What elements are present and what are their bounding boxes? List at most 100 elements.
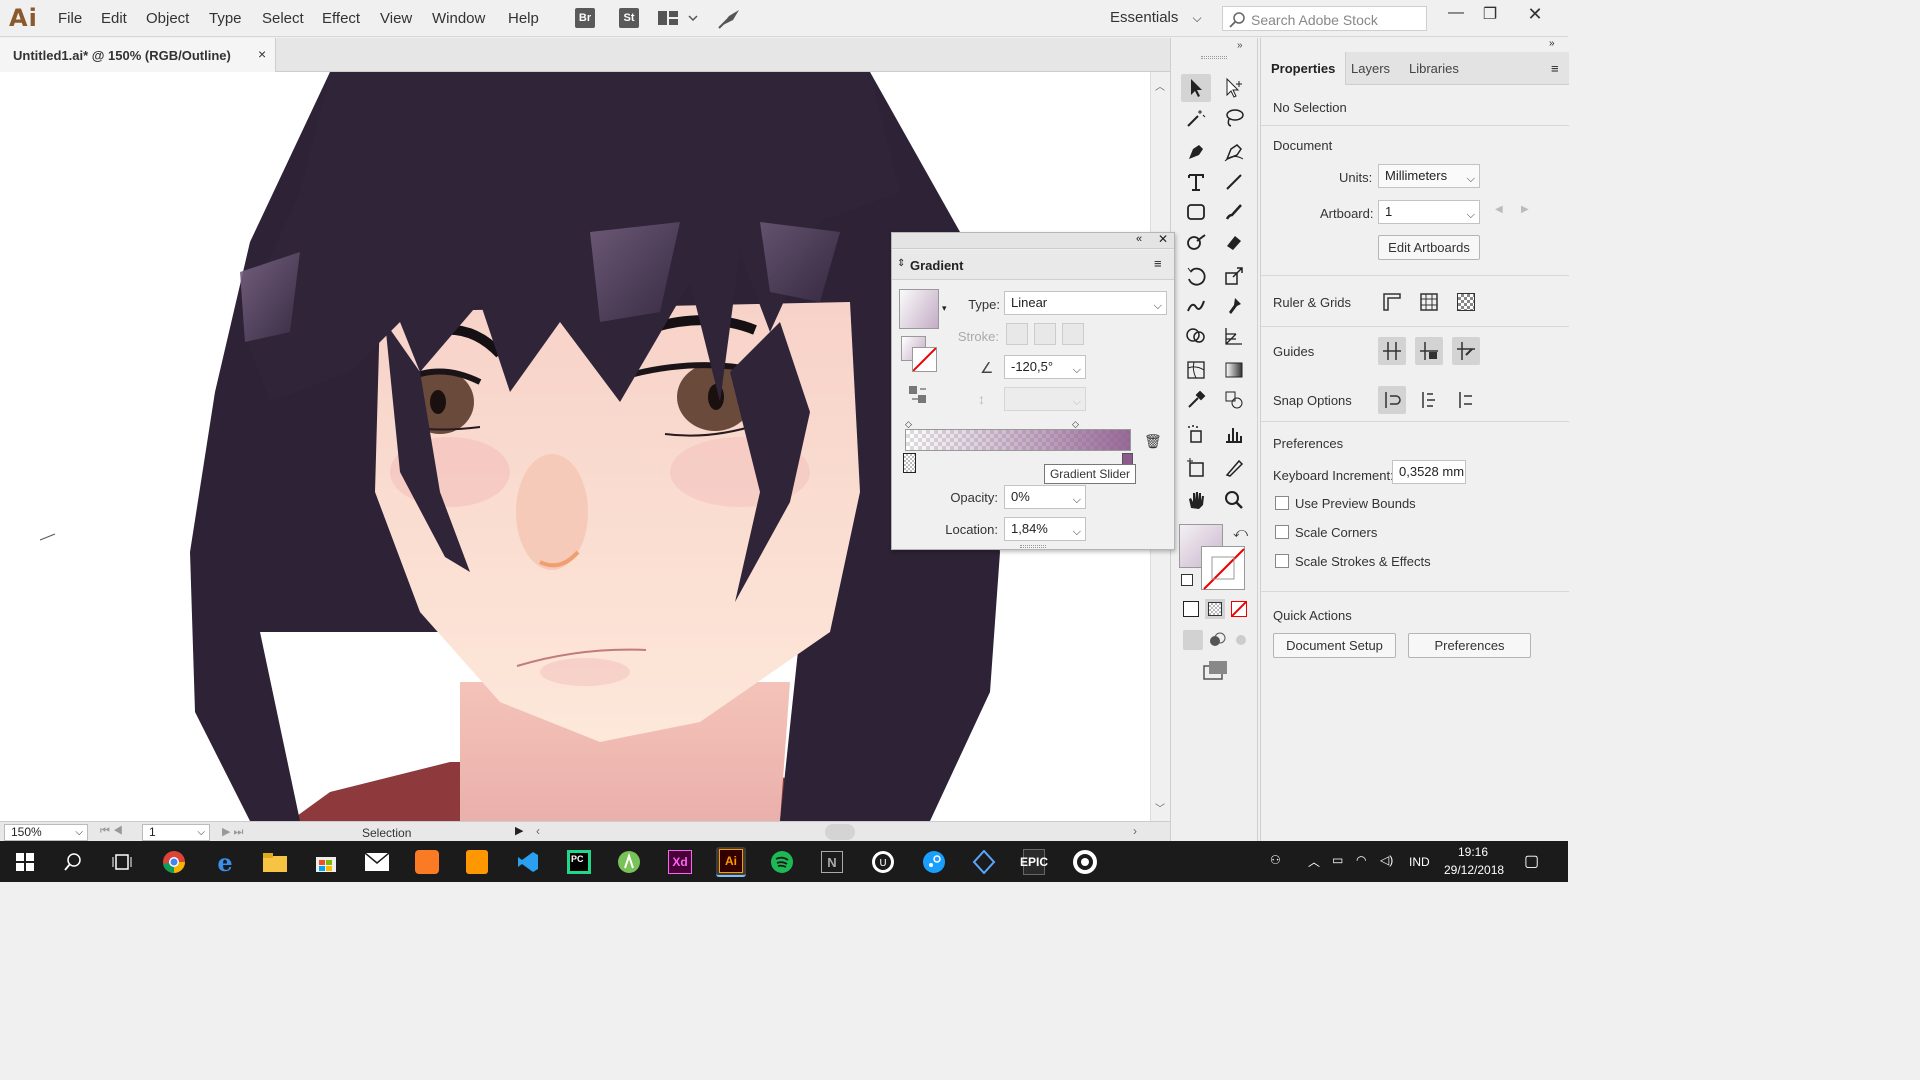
notion-icon[interactable]: N: [817, 847, 847, 877]
panel-resize-grip[interactable]: [1020, 545, 1046, 548]
close-window-button[interactable]: ✕: [1515, 4, 1555, 25]
steam-icon[interactable]: [919, 847, 949, 877]
scroll-down-icon[interactable]: ﹀: [1155, 800, 1165, 815]
scale-corners-checkbox[interactable]: [1275, 525, 1289, 539]
rotate-tool-icon[interactable]: [1181, 262, 1211, 290]
hand-tool-icon[interactable]: [1181, 486, 1211, 514]
horizontal-scroll-thumb[interactable]: [825, 824, 855, 840]
zoom-tool-icon[interactable]: [1219, 486, 1249, 514]
document-setup-button[interactable]: Document Setup: [1273, 633, 1396, 658]
lock-guides-icon[interactable]: [1415, 337, 1443, 365]
selection-tool-icon[interactable]: [1181, 74, 1211, 102]
delete-stop-icon[interactable]: 🗑: [1144, 433, 1162, 450]
panel-menu-icon[interactable]: ≡: [1551, 61, 1559, 76]
android-studio-icon[interactable]: [614, 847, 644, 877]
scroll-left-icon[interactable]: ‹: [536, 824, 540, 838]
collapse-toolbar-icon[interactable]: »: [1237, 40, 1243, 51]
artboard-select[interactable]: 1 ⌵: [1378, 200, 1480, 224]
menu-view[interactable]: View: [380, 10, 412, 27]
epic-games-icon[interactable]: EPIC: [1019, 847, 1049, 877]
line-tool-icon[interactable]: [1219, 168, 1249, 196]
gradient-slider[interactable]: [905, 429, 1131, 451]
snap-to-pixel-icon[interactable]: [1415, 386, 1443, 414]
close-panel-icon[interactable]: ✕: [1158, 232, 1168, 246]
file-explorer-icon[interactable]: [260, 847, 290, 877]
status-menu-icon[interactable]: ▶: [515, 824, 523, 837]
rectangle-tool-icon[interactable]: [1181, 198, 1211, 226]
panel-expand-icon[interactable]: ⇕: [897, 258, 905, 269]
pen-tool-icon[interactable]: [1181, 138, 1211, 166]
edge-icon[interactable]: e: [210, 847, 240, 877]
symbol-sprayer-tool-icon[interactable]: [1181, 420, 1211, 448]
color-stop-left[interactable]: [903, 453, 916, 473]
rulers-icon[interactable]: [1378, 288, 1406, 316]
task-view-icon[interactable]: [107, 847, 137, 877]
restore-button[interactable]: ❐: [1470, 4, 1510, 24]
menu-edit[interactable]: Edit: [101, 10, 127, 27]
type-tool-icon[interactable]: [1181, 168, 1211, 196]
people-icon[interactable]: ⚇: [1270, 853, 1281, 867]
scale-strokes-checkbox[interactable]: [1275, 554, 1289, 568]
snap-to-glyph-icon[interactable]: [1452, 386, 1480, 414]
edit-artboards-button[interactable]: Edit Artboards: [1378, 235, 1480, 260]
scale-tool-icon[interactable]: [1219, 262, 1249, 290]
clock-time[interactable]: 19:16: [1458, 845, 1488, 859]
sublime-icon[interactable]: [462, 847, 492, 877]
use-preview-bounds-checkbox[interactable]: [1275, 496, 1289, 510]
grid-icon[interactable]: [1415, 288, 1443, 316]
smart-guides-icon[interactable]: [1452, 337, 1480, 365]
bridge-button[interactable]: Br: [575, 8, 595, 28]
unreal-icon[interactable]: U: [868, 847, 898, 877]
screen-mode-icon[interactable]: [1203, 660, 1229, 680]
windows-start-icon[interactable]: [10, 847, 40, 877]
preferences-button[interactable]: Preferences: [1408, 633, 1531, 658]
puppet-warp-tool-icon[interactable]: [1219, 292, 1249, 320]
collapse-dock-icon[interactable]: »: [1549, 38, 1555, 49]
slice-tool-icon[interactable]: [1219, 454, 1249, 482]
tab-layers[interactable]: Layers: [1341, 52, 1400, 85]
stroke-gradient-icon[interactable]: [912, 347, 937, 372]
perspective-grid-tool-icon[interactable]: [1219, 322, 1249, 350]
pycharm-icon[interactable]: PC: [564, 847, 594, 877]
chevron-up-icon[interactable]: ︿: [1308, 853, 1320, 870]
column-graph-tool-icon[interactable]: [1219, 420, 1249, 448]
direct-selection-tool-icon[interactable]: [1219, 74, 1249, 102]
curvature-tool-icon[interactable]: [1219, 138, 1249, 166]
notification-icon[interactable]: ▢: [1524, 851, 1539, 871]
battery-icon[interactable]: ▭: [1332, 853, 1343, 867]
vscode-icon[interactable]: [513, 847, 543, 877]
draw-inside-icon[interactable]: [1231, 630, 1251, 650]
collapse-panel-icon[interactable]: «: [1136, 233, 1142, 245]
units-select[interactable]: Millimeters ⌵: [1378, 164, 1480, 188]
transparency-grid-icon[interactable]: [1452, 288, 1480, 316]
draw-behind-icon[interactable]: [1207, 630, 1227, 650]
mesh-tool-icon[interactable]: [1181, 356, 1211, 384]
eyedropper-tool-icon[interactable]: [1181, 386, 1211, 414]
swap-fill-stroke-icon[interactable]: ⤺: [1233, 524, 1248, 541]
eraser-tool-icon[interactable]: [1219, 228, 1249, 256]
search-icon[interactable]: [58, 847, 88, 877]
clock-date[interactable]: 29/12/2018: [1444, 863, 1504, 877]
keyboard-increment-input[interactable]: 0,3528 mm: [1392, 460, 1466, 484]
gradient-type-select[interactable]: Linear ⌵: [1004, 291, 1167, 315]
menu-help[interactable]: Help: [508, 10, 539, 27]
network-icon[interactable]: ◠: [1356, 853, 1366, 867]
store-icon[interactable]: [311, 847, 341, 877]
illustrator-taskbar-icon[interactable]: Ai: [716, 847, 746, 877]
menu-file[interactable]: File: [58, 10, 82, 27]
draw-normal-icon[interactable]: [1183, 630, 1203, 650]
stroke-swatch[interactable]: [1201, 546, 1245, 590]
gradient-tool-icon[interactable]: [1219, 356, 1249, 384]
lasso-tool-icon[interactable]: [1219, 104, 1249, 132]
opacity-input[interactable]: 0% ⌵: [1004, 485, 1086, 509]
reverse-gradient-icon[interactable]: [908, 385, 928, 405]
xampp-icon[interactable]: [412, 847, 442, 877]
scroll-up-icon[interactable]: ︿: [1155, 78, 1165, 93]
tab-properties[interactable]: Properties: [1261, 52, 1347, 85]
zoom-select[interactable]: 150% ⌵: [4, 824, 88, 841]
arrange-documents-icon[interactable]: [658, 10, 698, 31]
location-input[interactable]: 1,84% ⌵: [1004, 517, 1086, 541]
snap-to-point-icon[interactable]: [1378, 386, 1406, 414]
spotify-icon[interactable]: [767, 847, 797, 877]
close-tab-icon[interactable]: ×: [258, 46, 266, 62]
